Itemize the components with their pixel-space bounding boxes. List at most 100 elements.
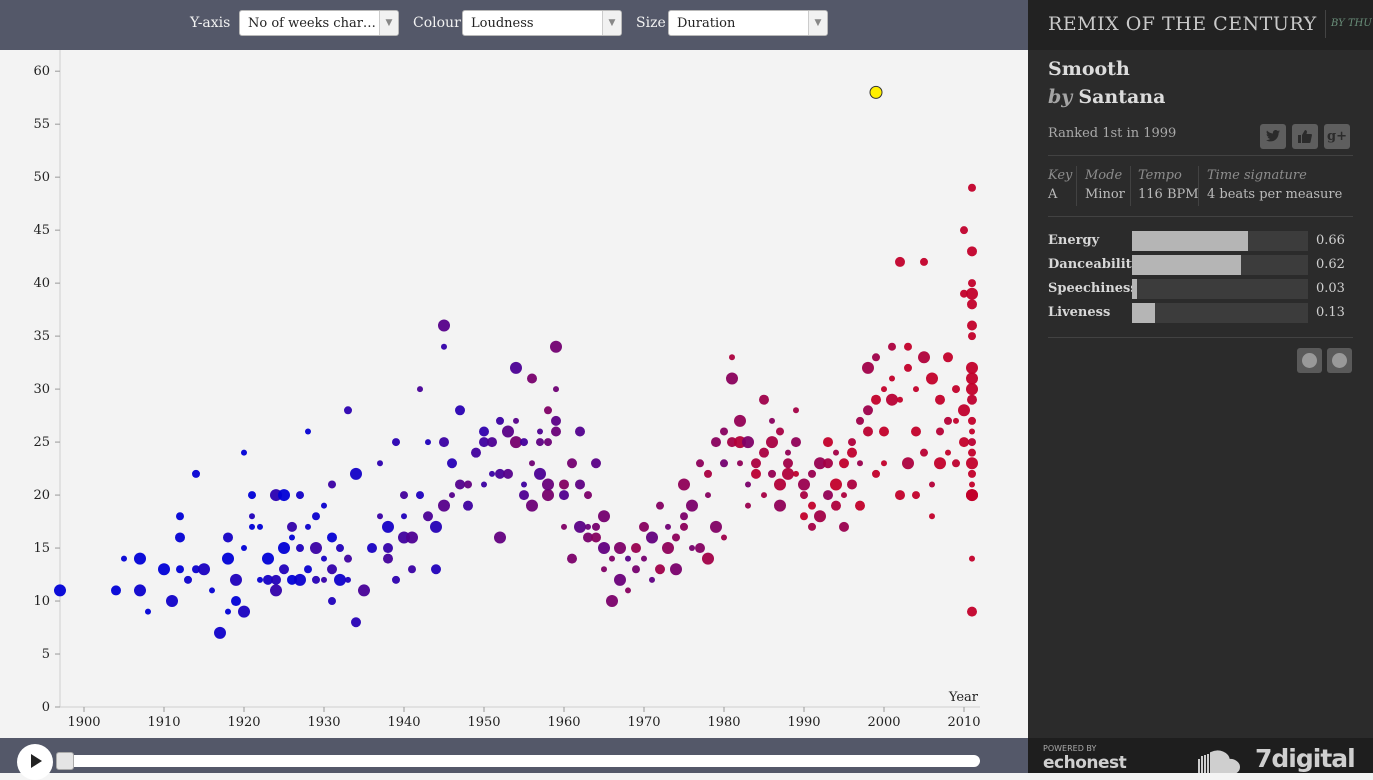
data-point xyxy=(479,426,489,437)
data-point xyxy=(872,469,880,478)
data-point xyxy=(680,522,688,531)
data-point xyxy=(238,605,250,618)
data-point xyxy=(881,460,887,467)
y-tick-label: 15 xyxy=(33,541,50,556)
data-point xyxy=(230,573,242,586)
data-point xyxy=(785,449,791,456)
data-point xyxy=(536,438,544,447)
data-point xyxy=(417,386,423,393)
progress-track[interactable] xyxy=(57,755,980,767)
song-panel: REMIX OF THE CENTURY BY THU Smooth by Sa… xyxy=(1028,0,1373,773)
data-point xyxy=(408,565,416,574)
data-point xyxy=(968,469,976,478)
data-point xyxy=(121,555,127,562)
y-tick-label: 5 xyxy=(42,647,50,662)
data-point xyxy=(808,469,816,478)
data-point xyxy=(441,343,447,350)
meta-divider xyxy=(1198,166,1199,206)
data-point xyxy=(601,566,607,573)
data-point xyxy=(662,542,674,555)
rdio-icon[interactable] xyxy=(1327,348,1352,373)
data-point xyxy=(520,438,528,447)
sevendigital-logo[interactable]: 7digital xyxy=(1255,744,1356,773)
twitter-icon[interactable] xyxy=(1260,124,1286,149)
data-point xyxy=(768,469,776,478)
brand-title: REMIX OF THE CENTURY xyxy=(1048,13,1317,35)
data-point xyxy=(969,555,975,562)
data-point xyxy=(839,521,849,532)
colour-select[interactable]: Loudness ▼ xyxy=(462,10,622,36)
data-point xyxy=(438,319,450,332)
size-select[interactable]: Duration ▼ xyxy=(668,10,828,36)
data-point xyxy=(336,544,344,553)
data-point xyxy=(737,460,743,467)
feature-speechiness-label: Speechiness xyxy=(1048,281,1138,296)
data-point xyxy=(944,416,952,425)
data-point xyxy=(918,351,930,364)
data-point xyxy=(345,576,351,583)
data-point xyxy=(745,481,751,488)
x-tick-label: 1940 xyxy=(387,715,420,730)
data-point xyxy=(783,458,793,469)
data-point xyxy=(416,491,424,500)
feature-danceability-label: Danceability xyxy=(1048,257,1140,272)
data-point xyxy=(241,449,247,456)
data-point xyxy=(406,531,418,544)
feature-liveness-label: Liveness xyxy=(1048,305,1111,320)
data-point xyxy=(847,447,857,458)
brand-divider xyxy=(1325,10,1326,38)
data-point xyxy=(969,481,975,488)
meta-mode-value: Minor xyxy=(1085,187,1125,202)
data-point xyxy=(537,428,543,435)
data-point xyxy=(665,523,671,530)
data-point xyxy=(270,584,282,597)
like-icon[interactable] xyxy=(1292,124,1318,149)
data-point xyxy=(344,554,352,563)
data-point xyxy=(968,279,976,288)
play-button[interactable] xyxy=(17,744,53,780)
data-point xyxy=(542,489,554,502)
colour-label: Colour xyxy=(413,15,461,31)
data-point xyxy=(888,342,896,351)
progress-handle[interactable] xyxy=(56,752,74,770)
data-point xyxy=(793,407,799,414)
data-point xyxy=(574,520,586,533)
data-point xyxy=(350,467,362,480)
data-point xyxy=(304,565,312,574)
data-point xyxy=(222,552,234,565)
meta-key-value: A xyxy=(1048,187,1058,202)
data-point xyxy=(793,470,799,477)
google-plus-icon[interactable]: g+ xyxy=(1324,124,1350,149)
data-point xyxy=(312,575,320,584)
data-point xyxy=(231,596,241,607)
x-tick-label: 1910 xyxy=(147,715,180,730)
feature-speechiness-value: 0.03 xyxy=(1316,281,1345,296)
data-point xyxy=(929,513,935,520)
data-point xyxy=(911,426,921,437)
data-point xyxy=(134,584,146,597)
yaxis-select[interactable]: No of weeks char… ▼ xyxy=(239,10,399,36)
meta-mode: Mode Minor xyxy=(1085,168,1125,202)
data-point xyxy=(655,564,665,575)
data-point xyxy=(702,552,714,565)
data-point xyxy=(502,425,514,438)
data-point xyxy=(526,499,538,512)
data-point xyxy=(287,521,297,532)
data-point xyxy=(839,458,849,469)
size-label: Size xyxy=(636,15,666,31)
soundcloud-icon[interactable] xyxy=(1181,746,1241,773)
data-point xyxy=(761,492,767,499)
data-point xyxy=(920,257,928,266)
data-point xyxy=(689,545,695,552)
data-point xyxy=(766,436,778,449)
data-point xyxy=(225,608,231,615)
data-point xyxy=(967,320,977,331)
data-point xyxy=(382,520,394,533)
feature-energy-value: 0.66 xyxy=(1316,233,1345,248)
data-point xyxy=(496,416,504,425)
spotify-icon[interactable] xyxy=(1297,348,1322,373)
data-point xyxy=(584,491,592,500)
data-point xyxy=(585,523,591,530)
echonest-logo[interactable]: echonest xyxy=(1043,753,1127,773)
data-point xyxy=(377,513,383,520)
